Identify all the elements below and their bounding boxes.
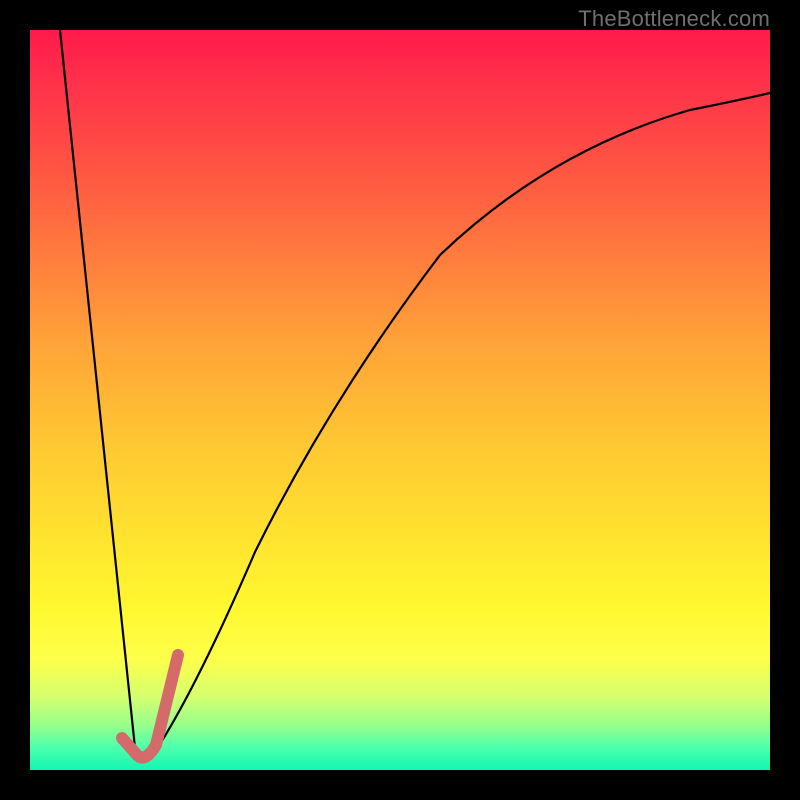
plot-area (30, 30, 770, 770)
chart-frame: TheBottleneck.com (0, 0, 800, 800)
curve-layer (30, 30, 770, 770)
black-curve (60, 30, 770, 758)
watermark-text: TheBottleneck.com (578, 6, 770, 32)
